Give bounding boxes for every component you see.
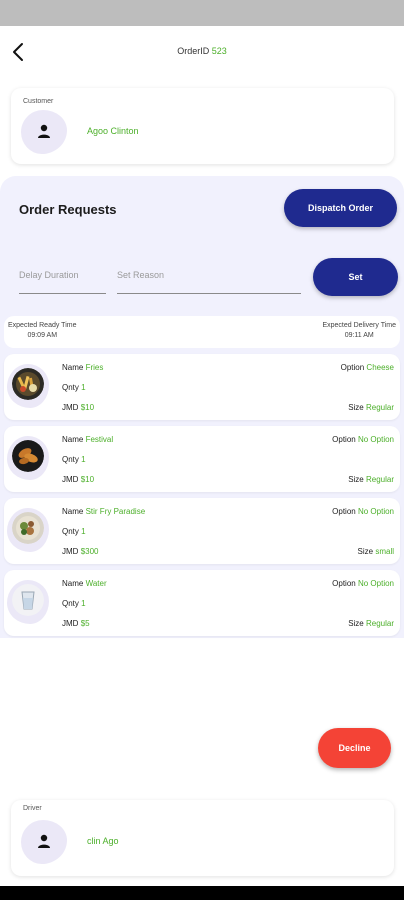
item-option: Option Cheese (340, 363, 394, 372)
system-nav-bar (0, 886, 404, 900)
expected-ready: Expected Ready Time 09:09 AM (8, 321, 76, 341)
page-title: OrderID 523 (0, 46, 404, 56)
decline-button[interactable]: Decline (318, 728, 391, 768)
item-quantity: Qnty 1 (62, 383, 86, 392)
customer-card: Customer Agoo Clinton (11, 88, 394, 164)
customer-label: Customer (23, 98, 54, 105)
item-option: Option No Option (332, 507, 394, 516)
app-bar: OrderID 523 (0, 26, 404, 80)
item-quantity: Qnty 1 (62, 455, 86, 464)
status-bar (0, 0, 404, 26)
delay-duration-input[interactable] (19, 256, 106, 293)
expected-delivery-label: Expected Delivery Time (322, 322, 396, 329)
driver-label: Driver (23, 805, 42, 812)
driver-card: Driver clin Ago (11, 800, 394, 876)
dispatch-order-button[interactable]: Dispatch Order (284, 189, 397, 227)
order-item[interactable]: Name Water Qnty 1 JMD $5 Option No Optio… (4, 570, 400, 636)
item-quantity: Qnty 1 (62, 599, 86, 608)
order-item[interactable]: Name Fries Qnty 1 JMD $10 Option Cheese … (4, 354, 400, 420)
fries-image (12, 368, 44, 400)
item-size: Size small (357, 547, 394, 556)
expected-ready-label: Expected Ready Time (8, 322, 77, 329)
set-button[interactable]: Set (313, 258, 398, 296)
customer-name: Agoo Clinton (87, 126, 139, 136)
expected-ready-time: 09:09 AM (27, 332, 58, 339)
item-price: JMD $5 (62, 619, 90, 628)
item-size: Size Regular (348, 619, 394, 628)
set-reason-input[interactable] (117, 256, 301, 293)
customer-avatar (21, 110, 67, 154)
item-option: Option No Option (332, 435, 394, 444)
item-price: JMD $10 (62, 475, 95, 484)
item-price: JMD $300 (62, 547, 99, 556)
order-requests-title: Order Requests (19, 202, 117, 217)
item-name: Name Fries (62, 363, 104, 372)
driver-avatar (21, 820, 67, 864)
expected-delivery: Expected Delivery Time 09:11 AM (322, 321, 396, 341)
set-reason-field[interactable] (117, 256, 301, 294)
expected-delivery-time: 09:11 AM (344, 332, 374, 339)
item-name: Name Festival (62, 435, 114, 444)
stir-fry-image (12, 512, 44, 544)
driver-name: clin Ago (87, 836, 119, 846)
water-image (12, 584, 44, 616)
order-item[interactable]: Name Festival Qnty 1 JMD $10 Option No O… (4, 426, 400, 492)
person-icon (38, 834, 50, 848)
item-size: Size Regular (348, 475, 394, 484)
item-name: Name Stir Fry Paradise (62, 507, 146, 516)
item-option: Option No Option (332, 579, 394, 588)
person-icon (38, 124, 50, 138)
expected-times-bar: Expected Ready Time 09:09 AM Expected De… (4, 316, 400, 348)
item-size: Size Regular (348, 403, 394, 412)
order-id-label: OrderID (177, 46, 210, 56)
item-price: JMD $10 (62, 403, 95, 412)
order-id-value: 523 (211, 46, 227, 56)
item-quantity: Qnty 1 (62, 527, 86, 536)
festival-image (12, 440, 44, 472)
item-name: Name Water (62, 579, 107, 588)
order-item[interactable]: Name Stir Fry Paradise Qnty 1 JMD $300 O… (4, 498, 400, 564)
delay-duration-field[interactable] (19, 256, 106, 294)
